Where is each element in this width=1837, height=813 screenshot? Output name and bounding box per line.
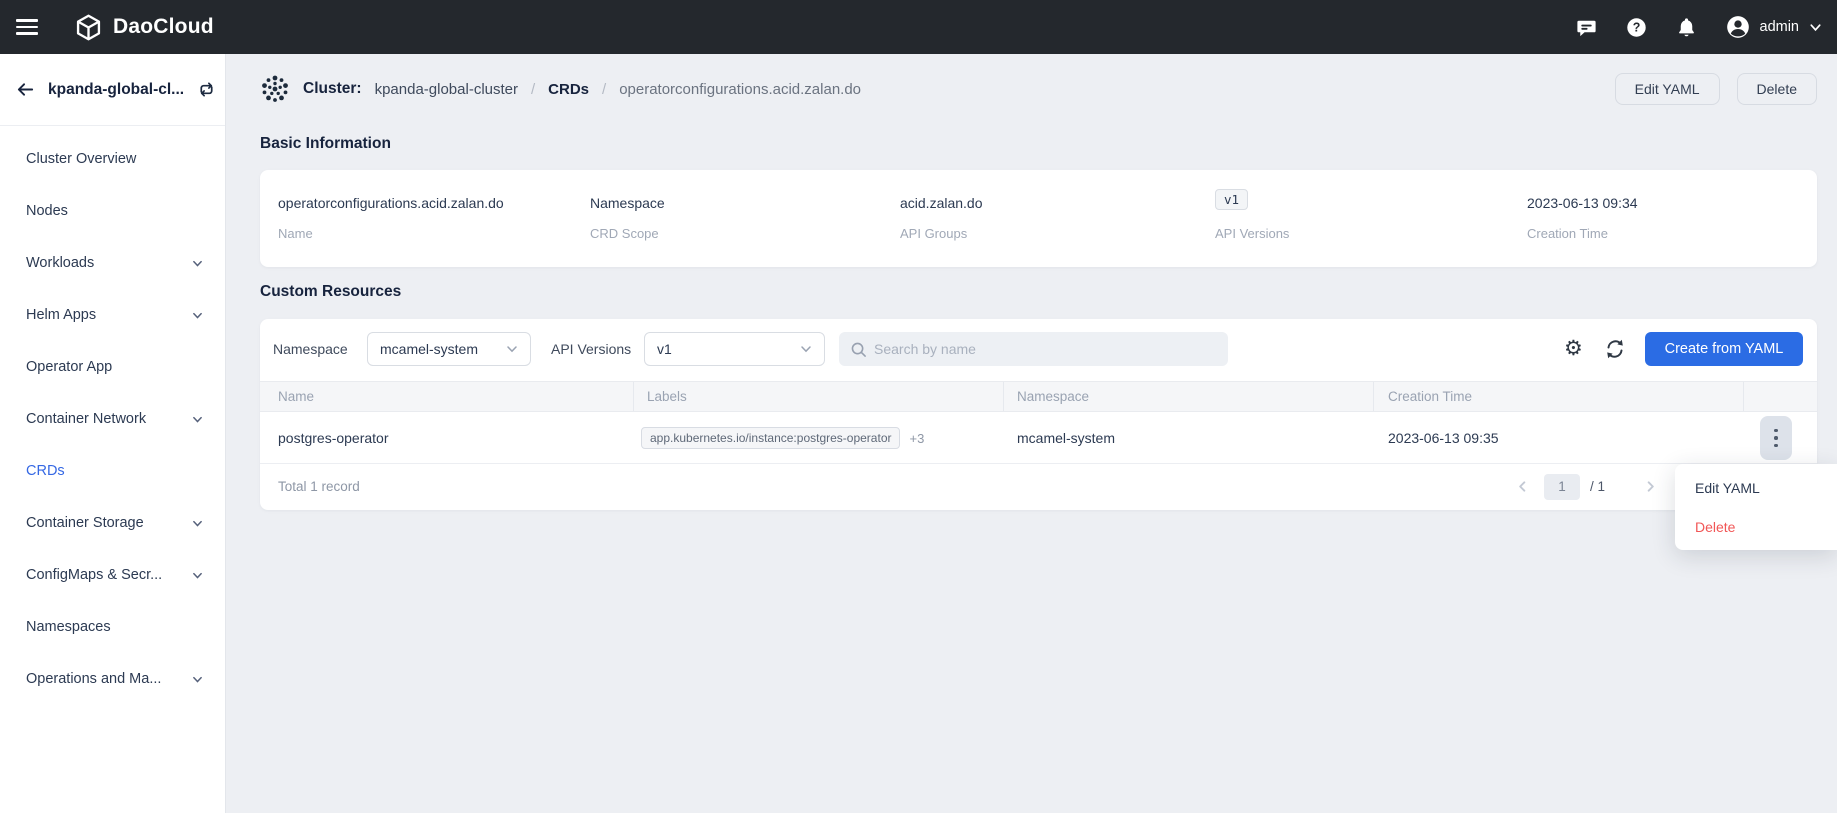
chevron-down-icon: [1808, 20, 1823, 35]
sidebar-item-cluster-overview[interactable]: Cluster Overview: [0, 133, 225, 185]
page-header: Cluster: kpanda-global-cluster / CRDs / …: [260, 73, 1817, 105]
basic-info-title: Basic Information: [260, 135, 391, 152]
sidebar-cluster-header: kpanda-global-cl...: [0, 54, 225, 126]
delete-button[interactable]: Delete: [1736, 73, 1817, 105]
search-icon: [850, 341, 867, 358]
chevron-down-icon: [192, 258, 203, 269]
table-footer: Total 1 record 1 / 1: [260, 464, 1817, 510]
resource-creation-time: 2023-06-13 09:35: [1388, 430, 1499, 446]
avatar-icon: [1725, 14, 1751, 40]
breadcrumb-cluster[interactable]: kpanda-global-cluster: [375, 81, 518, 98]
breadcrumb-separator: /: [602, 80, 607, 98]
sidebar-menu: Cluster Overview Nodes Workloads Helm Ap…: [0, 126, 225, 705]
custom-resources-title: Custom Resources: [260, 283, 402, 300]
sidebar-item-crds[interactable]: CRDs: [0, 445, 225, 497]
svg-text:?: ?: [1632, 20, 1640, 34]
row-context-menu: Edit YAML Delete: [1675, 464, 1837, 550]
cluster-name: kpanda-global-cl...: [48, 80, 185, 98]
breadcrumb-crds[interactable]: CRDs: [548, 81, 589, 98]
daocloud-cube-icon: [74, 13, 103, 42]
cluster-dots-icon: [260, 74, 290, 104]
sidebar-item-namespaces[interactable]: Namespaces: [0, 601, 225, 653]
table-row[interactable]: postgres-operator app.kubernetes.io/inst…: [260, 412, 1817, 464]
api-versions-select[interactable]: v1: [644, 332, 825, 366]
api-version-tag: v1: [1215, 189, 1249, 210]
page-total: / 1: [1590, 479, 1606, 494]
context-menu-edit-yaml[interactable]: Edit YAML: [1675, 468, 1837, 507]
sidebar-item-nodes[interactable]: Nodes: [0, 185, 225, 237]
switch-cluster-icon[interactable]: [197, 80, 216, 99]
brand-name: DaoCloud: [113, 15, 214, 38]
messages-icon[interactable]: [1575, 16, 1598, 39]
pagination-prev-icon[interactable]: [1516, 480, 1529, 493]
table-header: Name Labels Namespace Creation Time: [260, 381, 1817, 412]
top-navbar: DaoCloud ? admin: [0, 0, 1837, 54]
chevron-down-icon: [192, 674, 203, 685]
notifications-bell-icon[interactable]: [1675, 16, 1698, 39]
create-from-yaml-button[interactable]: Create from YAML: [1645, 332, 1803, 366]
row-actions-icon[interactable]: [1760, 416, 1792, 460]
context-menu-delete[interactable]: Delete: [1675, 507, 1837, 546]
header-actions: Edit YAML Delete: [1614, 73, 1817, 105]
sidebar-item-container-network[interactable]: Container Network: [0, 393, 225, 445]
chevron-down-icon: [506, 343, 518, 355]
namespace-filter-label: Namespace: [273, 341, 348, 357]
gear-icon[interactable]: ⚙: [1564, 332, 1583, 366]
page-number-input[interactable]: 1: [1544, 474, 1580, 500]
resource-namespace: mcamel-system: [1017, 430, 1116, 446]
chevron-down-icon: [192, 518, 203, 529]
breadcrumb-separator: /: [531, 80, 536, 98]
sidebar-item-configmaps-secrets[interactable]: ConfigMaps & Secr...: [0, 549, 225, 601]
chevron-down-icon: [192, 570, 203, 581]
total-records: Total 1 record: [278, 479, 360, 494]
main-content: Cluster: kpanda-global-cluster / CRDs / …: [226, 54, 1837, 813]
more-labels-badge: +3: [909, 430, 925, 446]
label-tag: app.kubernetes.io/instance:postgres-oper…: [641, 427, 901, 449]
breadcrumb-current: operatorconfigurations.acid.zalan.do: [619, 80, 862, 98]
brand-logo[interactable]: DaoCloud: [74, 13, 214, 42]
chevron-down-icon: [192, 310, 203, 321]
username: admin: [1759, 19, 1800, 35]
user-menu[interactable]: admin: [1725, 14, 1824, 40]
chevron-down-icon: [192, 414, 203, 425]
breadcrumb-prefix: Cluster:: [303, 80, 362, 97]
api-versions-filter-label: API Versions: [551, 341, 632, 357]
sidebar-item-operations[interactable]: Operations and Ma...: [0, 653, 225, 705]
sidebar-item-workloads[interactable]: Workloads: [0, 237, 225, 289]
chevron-down-icon: [800, 343, 812, 355]
sidebar-item-container-storage[interactable]: Container Storage: [0, 497, 225, 549]
basic-info-card: operatorconfigurations.acid.zalan.do Nam…: [260, 170, 1817, 267]
help-icon[interactable]: ?: [1625, 16, 1648, 39]
search-input[interactable]: [874, 341, 1217, 357]
sidebar-item-helm-apps[interactable]: Helm Apps: [0, 289, 225, 341]
pagination-next-icon[interactable]: [1644, 480, 1657, 493]
back-arrow-icon[interactable]: [16, 80, 35, 99]
resource-name: postgres-operator: [278, 430, 389, 446]
namespace-select[interactable]: mcamel-system: [367, 332, 531, 366]
search-box: [839, 332, 1228, 366]
edit-yaml-button[interactable]: Edit YAML: [1614, 73, 1720, 105]
sidebar: kpanda-global-cl... Cluster Overview Nod…: [0, 54, 226, 813]
custom-resources-card: Namespace mcamel-system API Versions v1 …: [260, 319, 1817, 510]
labels-cell: app.kubernetes.io/instance:postgres-oper…: [641, 412, 924, 464]
menu-toggle-icon[interactable]: [16, 19, 38, 35]
refresh-icon[interactable]: [1604, 338, 1626, 363]
sidebar-item-operator-app[interactable]: Operator App: [0, 341, 225, 393]
